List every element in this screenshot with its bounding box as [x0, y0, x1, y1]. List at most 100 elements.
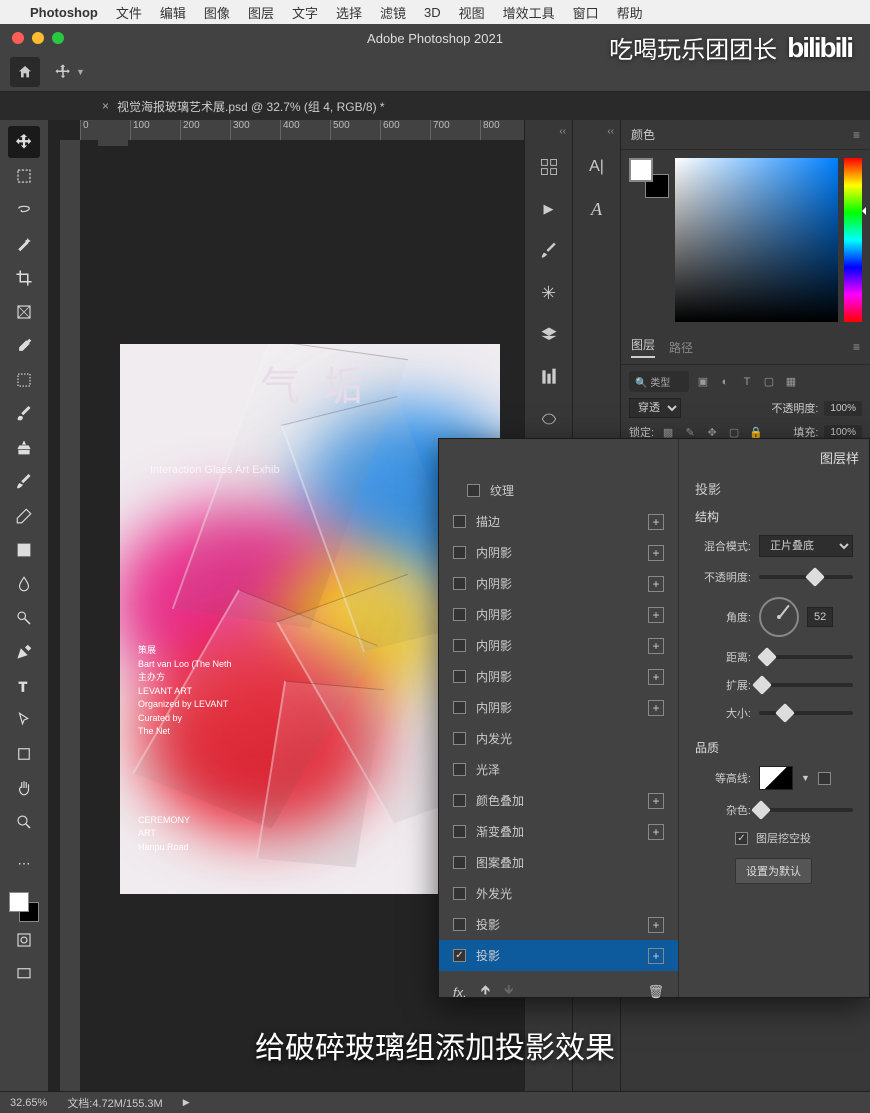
filter-image-icon[interactable]: ▣ — [695, 374, 711, 390]
antialias-checkbox[interactable] — [818, 772, 831, 785]
eyedropper-tool[interactable] — [8, 330, 40, 362]
menu-type[interactable]: 文字 — [292, 3, 318, 22]
layer-filter-type[interactable]: 🔍 类型 — [629, 371, 689, 392]
layer-style-effect-row[interactable]: 投影+ — [439, 909, 678, 940]
effect-checkbox[interactable] — [453, 515, 466, 528]
color-swatches[interactable] — [9, 892, 39, 922]
path-select-tool[interactable] — [8, 704, 40, 736]
layer-style-effect-row[interactable]: 内阴影+ — [439, 537, 678, 568]
pen-tool[interactable] — [8, 636, 40, 668]
angle-value[interactable]: 52 — [807, 607, 833, 627]
add-effect-icon[interactable]: + — [648, 917, 664, 933]
opacity-value[interactable]: 100% — [824, 401, 862, 416]
fx-icon[interactable]: fx. — [453, 985, 467, 1000]
layer-style-effect-row[interactable]: 光泽 — [439, 754, 678, 785]
effect-checkbox[interactable] — [453, 732, 466, 745]
adjustments-icon[interactable] — [537, 365, 561, 389]
status-chevron-icon[interactable]: ▶ — [183, 1097, 190, 1108]
panel-menu-icon[interactable]: ≡ — [853, 128, 860, 142]
magic-wand-tool[interactable] — [8, 228, 40, 260]
effect-checkbox[interactable] — [453, 918, 466, 931]
layers-panel-tab[interactable]: 图层 — [631, 336, 655, 358]
hand-tool[interactable] — [8, 772, 40, 804]
clone-stamp-tool[interactable] — [8, 432, 40, 464]
angle-dial[interactable] — [759, 597, 799, 637]
noise-slider[interactable] — [759, 808, 853, 812]
dodge-tool[interactable] — [8, 602, 40, 634]
move-tool[interactable] — [8, 126, 40, 158]
add-effect-icon[interactable]: + — [648, 669, 664, 685]
effect-checkbox[interactable] — [453, 887, 466, 900]
menu-layer[interactable]: 图层 — [248, 3, 274, 22]
layer-style-effect-row[interactable]: 渐变叠加+ — [439, 816, 678, 847]
layer-style-effect-row[interactable]: 投影+ — [439, 940, 678, 971]
effect-checkbox[interactable] — [453, 825, 466, 838]
menu-filter[interactable]: 滤镜 — [380, 3, 406, 22]
layer-style-effect-row[interactable]: 内阴影+ — [439, 599, 678, 630]
effect-checkbox[interactable] — [453, 670, 466, 683]
minimize-window-button[interactable] — [32, 32, 44, 44]
filter-type-icon[interactable]: T — [739, 374, 755, 390]
play-icon[interactable]: ▶ — [537, 197, 561, 221]
effect-checkbox[interactable] — [453, 794, 466, 807]
add-effect-icon[interactable]: + — [648, 948, 664, 964]
blur-tool[interactable] — [8, 568, 40, 600]
menu-help[interactable]: 帮助 — [617, 3, 643, 22]
collapse-icon[interactable]: ‹‹ — [607, 126, 614, 137]
chevron-down-icon[interactable]: ▼ — [801, 773, 810, 783]
move-down-icon[interactable]: 🡻 — [504, 981, 513, 1003]
add-effect-icon[interactable]: + — [648, 824, 664, 840]
screen-mode-button[interactable] — [8, 958, 40, 990]
add-effect-icon[interactable]: + — [648, 793, 664, 809]
crop-tool[interactable] — [8, 262, 40, 294]
color-field[interactable] — [675, 158, 838, 322]
close-window-button[interactable] — [12, 32, 24, 44]
effect-checkbox[interactable] — [467, 484, 480, 497]
layer-style-effect-row[interactable]: 纹理 — [439, 475, 678, 506]
effect-checkbox[interactable] — [453, 608, 466, 621]
history-brush-tool[interactable] — [8, 466, 40, 498]
add-effect-icon[interactable]: + — [648, 700, 664, 716]
trash-icon[interactable]: 🗑 — [647, 984, 664, 1000]
layer-style-effect-row[interactable]: 内发光 — [439, 723, 678, 754]
add-effect-icon[interactable]: + — [648, 514, 664, 530]
contour-picker[interactable] — [759, 766, 793, 790]
doc-size[interactable]: 文档:4.72M/155.3M — [67, 1095, 162, 1111]
menu-image[interactable]: 图像 — [204, 3, 230, 22]
effect-checkbox[interactable] — [453, 763, 466, 776]
effect-checkbox[interactable] — [453, 577, 466, 590]
layers-icon[interactable] — [537, 323, 561, 347]
marquee-tool[interactable] — [8, 160, 40, 192]
quick-mask-button[interactable] — [8, 924, 40, 956]
zoom-level[interactable]: 32.65% — [10, 1097, 47, 1109]
size-slider[interactable] — [759, 711, 853, 715]
filter-shape-icon[interactable]: ▢ — [761, 374, 777, 390]
move-up-icon[interactable]: 🡹 — [481, 981, 490, 1003]
shape-tool[interactable] — [8, 738, 40, 770]
blend-mode-select[interactable]: 正片叠底 — [759, 535, 853, 557]
character-icon[interactable]: A| — [585, 155, 609, 179]
brushes-icon[interactable] — [537, 239, 561, 263]
menu-3d[interactable]: 3D — [424, 5, 441, 20]
paths-panel-tab[interactable]: 路径 — [669, 339, 693, 356]
panel-menu-icon[interactable]: ≡ — [853, 340, 860, 354]
maximize-window-button[interactable] — [52, 32, 64, 44]
color-panel-tab[interactable]: 颜色 — [631, 126, 655, 143]
healing-tool[interactable] — [8, 364, 40, 396]
effect-checkbox[interactable] — [453, 639, 466, 652]
type-tool[interactable]: T — [8, 670, 40, 702]
collapse-icon[interactable]: ‹‹ — [559, 126, 566, 137]
hue-slider[interactable] — [844, 158, 862, 322]
document-tab[interactable]: × 视觉海报玻璃艺术展.psd @ 32.7% (组 4, RGB/8) * — [90, 92, 397, 120]
add-effect-icon[interactable]: + — [648, 638, 664, 654]
spread-slider[interactable] — [759, 683, 853, 687]
effect-checkbox[interactable] — [453, 856, 466, 869]
add-effect-icon[interactable]: + — [648, 607, 664, 623]
close-tab-icon[interactable]: × — [102, 99, 109, 113]
layer-style-effect-row[interactable]: 内阴影+ — [439, 568, 678, 599]
blend-mode-select[interactable]: 穿透 — [629, 398, 681, 418]
layer-style-effect-row[interactable]: 描边+ — [439, 506, 678, 537]
zoom-tool[interactable] — [8, 806, 40, 838]
effect-checkbox[interactable] — [453, 546, 466, 559]
move-tool-indicator[interactable]: ▼ — [50, 59, 89, 85]
